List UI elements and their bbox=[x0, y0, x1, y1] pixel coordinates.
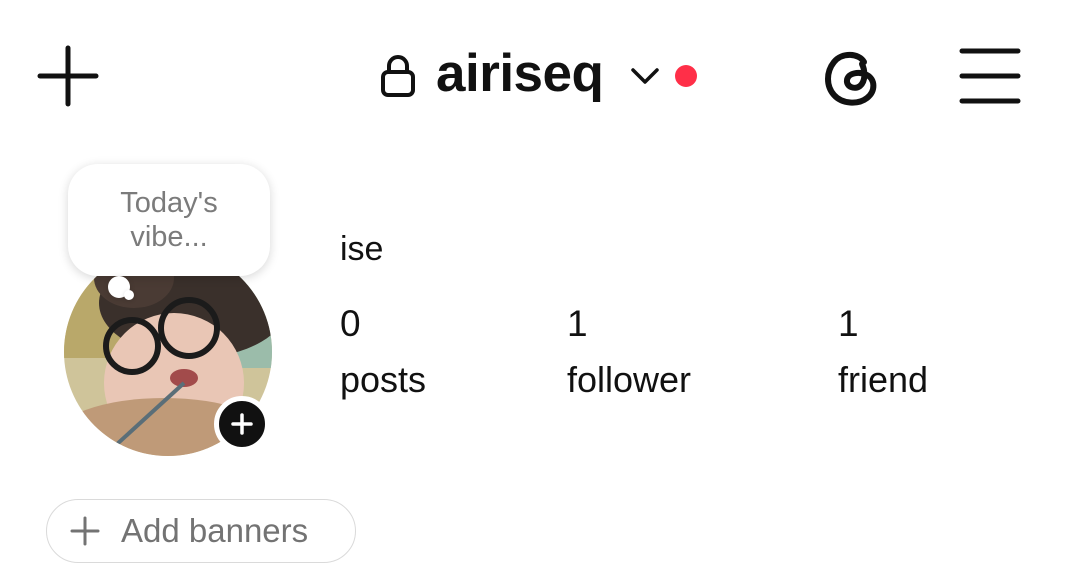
add-story-button[interactable] bbox=[214, 396, 270, 452]
account-switcher[interactable]: airiseq bbox=[380, 38, 698, 114]
plus-icon bbox=[231, 413, 253, 435]
chevron-down-icon bbox=[631, 68, 660, 84]
followers-count[interactable]: 1 follower bbox=[567, 305, 691, 398]
plus-icon bbox=[37, 45, 99, 107]
stat-label: follower bbox=[567, 359, 692, 400]
stat-label: friend bbox=[838, 359, 929, 400]
username-title: airiseq bbox=[436, 43, 604, 103]
friends-count[interactable]: 1 friend bbox=[838, 305, 928, 398]
profile-screen: airiseq Today's vibe... ise 0 posts 1 fo… bbox=[0, 0, 1080, 581]
stat-number: 1 bbox=[838, 303, 859, 344]
stat-label: posts bbox=[340, 359, 427, 400]
lock-icon bbox=[381, 55, 415, 97]
add-banners-button[interactable]: Add banners bbox=[46, 499, 356, 563]
threads-icon bbox=[825, 51, 877, 106]
plus-icon bbox=[70, 516, 100, 546]
display-name: ise bbox=[340, 230, 384, 268]
menu-button[interactable] bbox=[958, 46, 1022, 106]
notification-dot bbox=[675, 65, 698, 87]
add-banners-label: Add banners bbox=[121, 512, 309, 549]
new-post-button[interactable] bbox=[36, 44, 100, 108]
note-text: Today's vibe... bbox=[120, 186, 218, 253]
hamburger-menu-icon bbox=[959, 48, 1021, 104]
stat-number: 1 bbox=[567, 303, 588, 344]
posts-count[interactable]: 0 posts bbox=[340, 305, 426, 398]
note-bubble[interactable]: Today's vibe... bbox=[68, 164, 270, 276]
threads-button[interactable] bbox=[820, 44, 886, 110]
note-bubble-tail-small bbox=[124, 290, 134, 300]
stat-number: 0 bbox=[340, 303, 361, 344]
